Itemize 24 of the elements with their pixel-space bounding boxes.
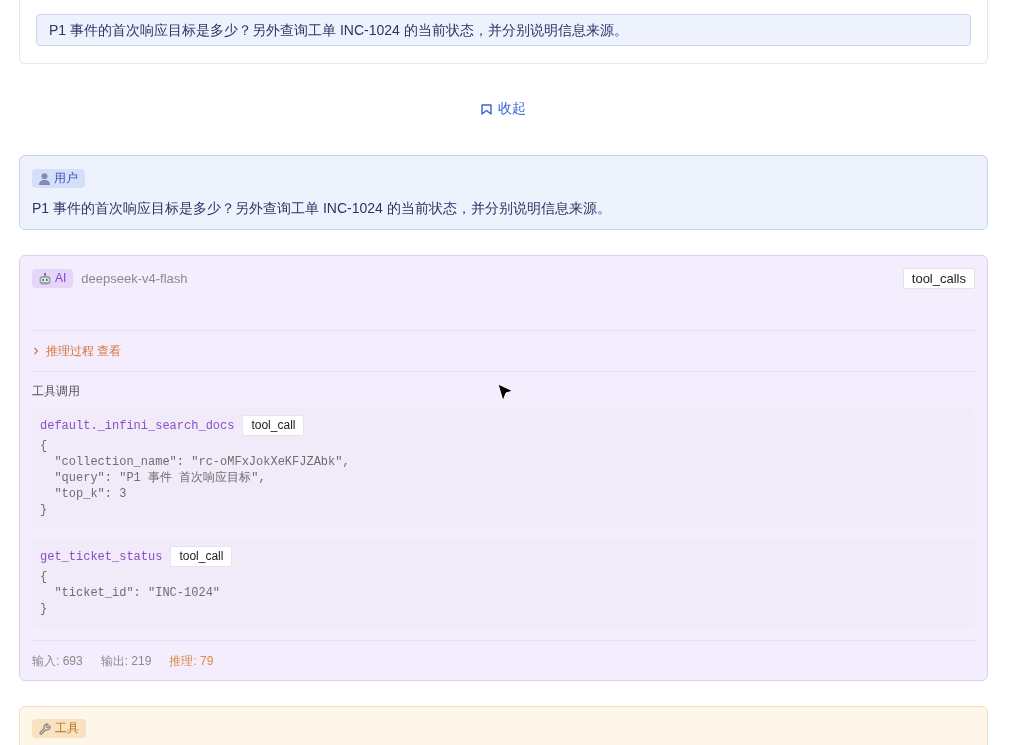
robot-icon (39, 272, 51, 285)
function-name: get_ticket_status (40, 549, 163, 564)
role-label: 用户 (54, 170, 78, 187)
quoted-question: P1 事件的首次响应目标是多少？另外查询工单 INC-1024 的当前状态，并分别说明信息来源。 (36, 14, 971, 46)
arguments-code: { "ticket_id": "INC-1024" } (40, 569, 221, 617)
person-icon (39, 172, 50, 185)
collapse-button[interactable]: 收起 (481, 100, 526, 118)
type-badge: tool_calls (902, 268, 975, 289)
token-count: 推理: 79 (169, 653, 214, 670)
token-count: 输入: 693 (32, 653, 83, 670)
section-heading: 工具调用 (32, 383, 80, 400)
arguments-code: { "collection_name": "rc-oMFxJokXeKFJZAbk", "query": "P1 事件 首次响应目标", "top_k": 3 } (40, 438, 350, 518)
call-type-badge: tool_call (170, 546, 233, 567)
call-type-badge: tool_call (242, 415, 305, 436)
reasoning-toggle[interactable]: 推理过程 查看 (32, 341, 122, 361)
cursor-icon (497, 383, 514, 402)
role-label: 工具 (55, 720, 79, 737)
wrench-icon (39, 722, 51, 735)
role-label: AI (55, 270, 67, 287)
function-name: default._infini_search_docs (40, 418, 235, 433)
bookmark-icon (481, 103, 492, 115)
message-text: P1 事件的首次响应目标是多少？另外查询工单 INC-1024 的当前状态，并分别说明信息来源。 (32, 199, 611, 218)
token-count: 输出: 219 (100, 653, 152, 670)
model-name: deepseek-v4-flash (81, 271, 188, 286)
